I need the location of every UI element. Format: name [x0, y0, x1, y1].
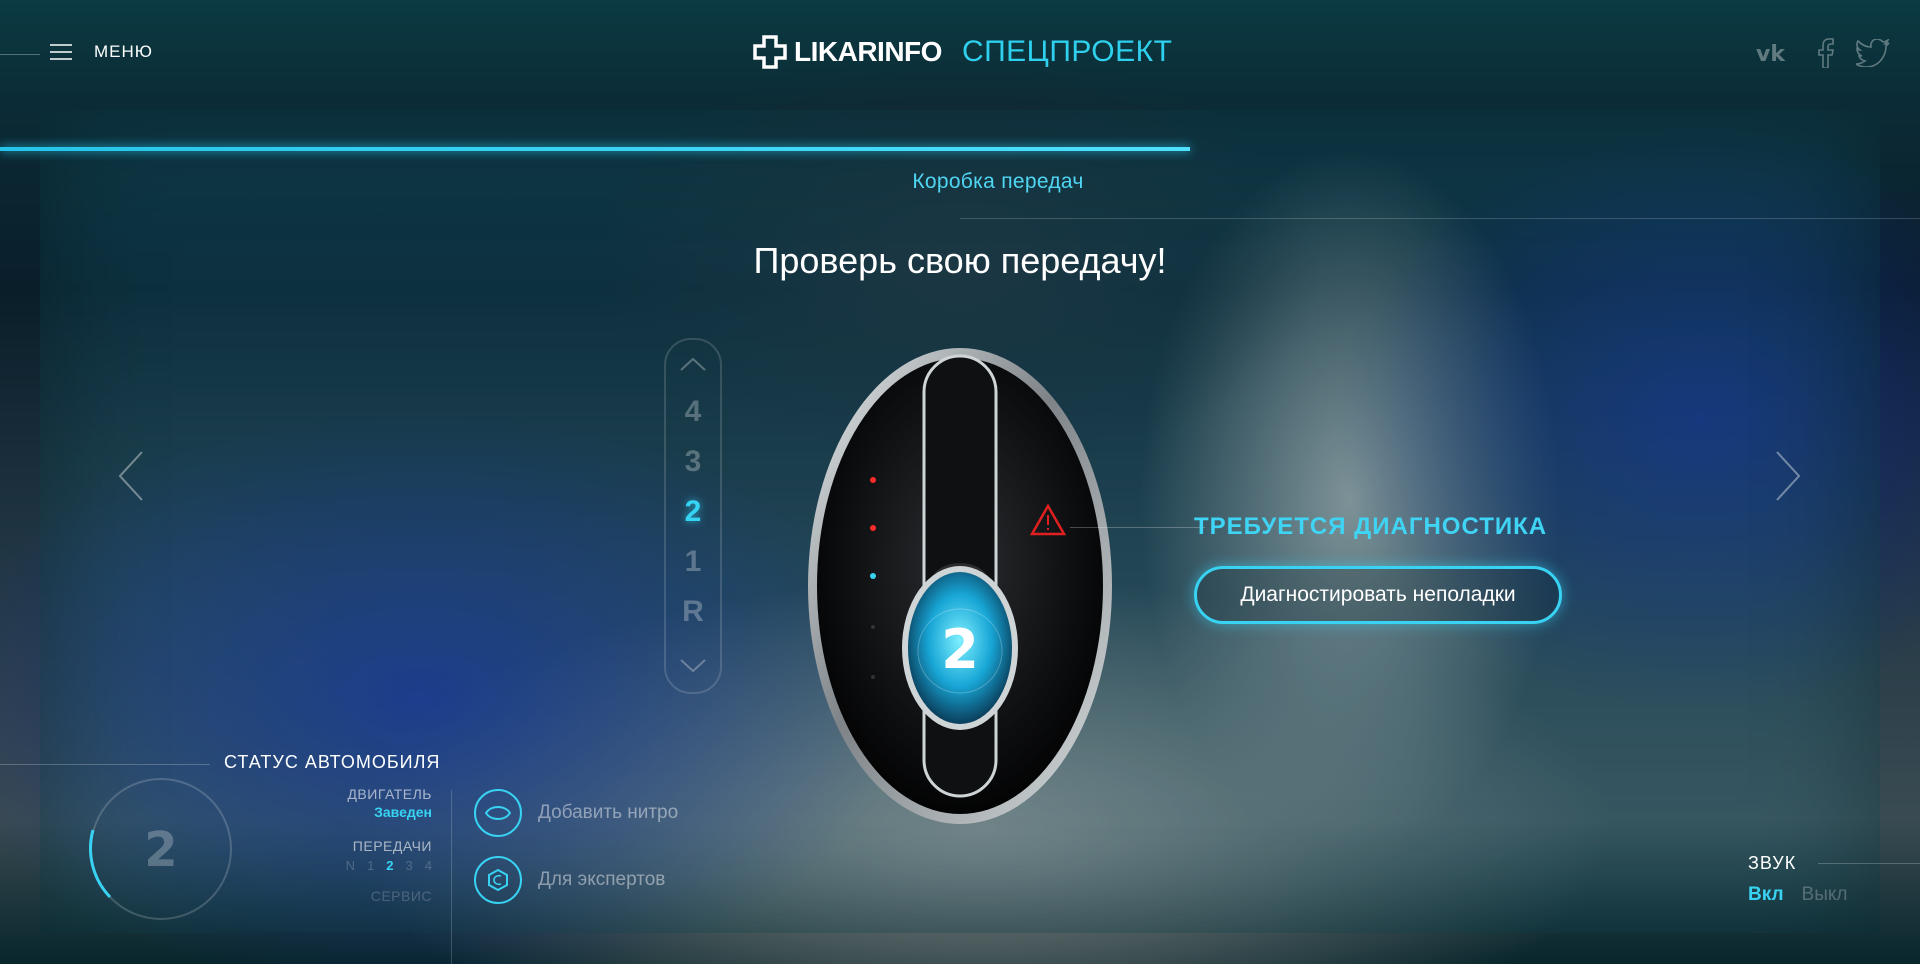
gears-status: ПЕРЕДАЧИ N 1 2 3 4 — [250, 838, 432, 873]
expert-icon — [474, 856, 522, 904]
sound-on-button[interactable]: Вкл — [1748, 884, 1784, 906]
status-gear: 1 — [367, 858, 375, 873]
gear-option-active[interactable]: 2 — [666, 495, 720, 529]
status-title: СТАТУС АВТОМОБИЛЯ — [224, 752, 441, 772]
speed-gauge: 2 — [89, 778, 232, 920]
svg-text:vk: vk — [1756, 42, 1786, 64]
gear-option[interactable]: R — [666, 595, 720, 629]
menu-button[interactable]: МЕНЮ — [50, 42, 153, 62]
social-links: vk — [1756, 38, 1890, 73]
gear-option[interactable]: 1 — [666, 545, 720, 579]
sound-off-button[interactable]: Выкл — [1802, 884, 1848, 906]
title-divider — [960, 218, 1920, 219]
vk-icon[interactable]: vk — [1756, 42, 1796, 69]
status-vertical-divider — [451, 790, 452, 964]
gear-option[interactable]: 3 — [666, 445, 720, 479]
gears-row: N 1 2 3 4 — [250, 858, 432, 873]
gear-down-icon[interactable] — [679, 658, 707, 674]
diagnostics-title: ТРЕБУЕТСЯ ДИАГНОСТИКА — [1194, 513, 1548, 540]
gear-up-icon[interactable] — [679, 356, 707, 372]
section-title: Коробка передач — [912, 170, 1084, 193]
facebook-icon[interactable] — [1818, 38, 1834, 73]
logo-brand: LIKARINFO — [794, 36, 942, 67]
gear-option[interactable]: 4 — [666, 395, 720, 429]
nitro-icon — [474, 789, 522, 837]
prev-arrow-icon[interactable] — [118, 450, 144, 502]
next-arrow-icon[interactable] — [1775, 450, 1801, 502]
add-nitro-label: Добавить нитро — [538, 802, 679, 823]
top-bar: МЕНЮ LIKARINFO СПЕЦПРОЕКТ vk — [0, 0, 1920, 110]
sound-title: ЗВУК — [1748, 853, 1797, 873]
engine-value: Заведен — [374, 804, 432, 820]
status-gear: 3 — [405, 858, 413, 873]
sound-toggle: Вкл Выкл — [1748, 884, 1848, 906]
gauge-value: 2 — [144, 822, 177, 878]
experts-label: Для экспертов — [538, 869, 666, 890]
logo-subtitle: СПЕЦПРОЕКТ — [961, 35, 1173, 68]
hamburger-icon — [50, 44, 72, 60]
menu-label: МЕНЮ — [94, 42, 153, 61]
service-label: СЕРВИС — [370, 888, 432, 904]
status-gear: 4 — [424, 858, 432, 873]
page-headline: Проверь свою передачу! — [753, 240, 1167, 281]
twitter-icon[interactable] — [1853, 38, 1890, 72]
service-status: СЕРВИС — [250, 888, 432, 904]
diagnostics-connector — [1070, 527, 1205, 528]
engine-label: ДВИГАТЕЛЬ — [347, 786, 432, 802]
status-divider — [0, 764, 210, 765]
menu-divider — [0, 54, 40, 55]
add-nitro-option[interactable]: Добавить нитро — [474, 789, 678, 837]
shifter-gear-label: 2 — [941, 618, 979, 681]
engine-status: ДВИГАТЕЛЬ Заведен — [250, 786, 432, 820]
medical-cross-icon — [753, 35, 787, 69]
status-gear-active: 2 — [386, 858, 394, 873]
gear-selector: 4 3 2 1 R — [664, 338, 722, 694]
diagnose-button[interactable]: Диагностировать неполадки — [1194, 566, 1562, 624]
sound-divider — [1818, 863, 1920, 864]
experts-option[interactable]: Для экспертов — [474, 856, 665, 904]
gears-label: ПЕРЕДАЧИ — [352, 838, 432, 854]
logo[interactable]: LIKARINFO СПЕЦПРОЕКТ — [752, 34, 1172, 70]
shifter-graphic: 2 — [808, 348, 1112, 824]
status-gear: N — [345, 858, 356, 873]
progress-bar — [0, 147, 1191, 151]
gear-shifter[interactable]: 2 — [800, 336, 1120, 836]
